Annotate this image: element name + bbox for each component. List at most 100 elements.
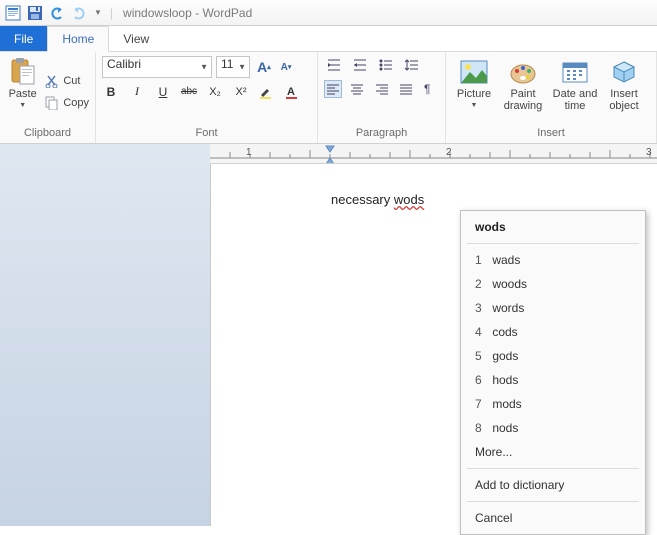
group-font: Calibri ▼ 11 ▼ A▴ A▾ B I U (96, 52, 318, 143)
font-color-button[interactable]: A (284, 85, 302, 99)
ruler-scale (210, 144, 657, 164)
align-left-button[interactable] (324, 80, 342, 98)
group-paragraph: ¶ Paragraph (318, 52, 446, 143)
align-center-button[interactable] (348, 80, 366, 98)
chevron-down-icon: ▼ (200, 63, 208, 72)
paste-icon (9, 58, 37, 86)
ctx-suggestion[interactable]: 4 cods (461, 320, 645, 344)
justify-button[interactable] (397, 80, 415, 98)
object-label: Insert object (602, 88, 646, 112)
ruler-mark: 2 (446, 147, 452, 158)
bold-button[interactable]: B (102, 85, 120, 99)
redo-icon[interactable] (70, 4, 88, 22)
bullet-list-button[interactable] (376, 56, 396, 74)
italic-button[interactable]: I (128, 84, 146, 99)
doc-name: windowsloop (123, 6, 192, 20)
paste-label: Paste (9, 88, 37, 100)
font-size-select[interactable]: 11 ▼ (216, 56, 250, 78)
font-family-select[interactable]: Calibri ▼ (102, 56, 212, 78)
insert-group-label: Insert (452, 127, 650, 141)
qat-separator: | (110, 6, 113, 20)
font-family-value: Calibri (107, 57, 141, 71)
tab-view[interactable]: View (109, 26, 163, 51)
ctx-suggestion[interactable]: 8 nods (461, 416, 645, 440)
spellcheck-context-menu: wods 1 wads2 woods3 words4 cods5 gods6 h… (460, 210, 646, 535)
chevron-down-icon: ▼ (471, 102, 478, 109)
font-group-label: Font (102, 127, 311, 141)
copy-icon (45, 96, 59, 110)
copy-label: Copy (63, 97, 89, 109)
increase-indent-button[interactable] (350, 56, 370, 74)
ruler-mark: 3 (646, 147, 652, 158)
ctx-suggestion[interactable]: 5 gods (461, 344, 645, 368)
svg-text:A: A (287, 86, 295, 98)
svg-text:¶: ¶ (424, 83, 430, 95)
clipboard-group-label: Clipboard (6, 127, 89, 141)
picture-label: Picture (457, 88, 491, 100)
ctx-head: wods (461, 215, 645, 239)
object-icon (610, 58, 638, 86)
subscript-button[interactable]: X₂ (206, 86, 224, 98)
save-icon[interactable] (26, 4, 44, 22)
ctx-suggestion[interactable]: 7 mods (461, 392, 645, 416)
font-size-value: 11 (221, 57, 233, 71)
grow-font-button[interactable]: A▴ (254, 57, 274, 77)
paragraph-group-label: Paragraph (324, 127, 439, 141)
ctx-cancel[interactable]: Cancel (461, 506, 645, 530)
paint-icon (509, 58, 537, 86)
ruler[interactable]: 1 2 3 (210, 144, 657, 164)
cut-icon (45, 74, 59, 88)
insert-object-button[interactable]: Insert object (602, 56, 646, 127)
paint-label: Paint drawing (498, 88, 548, 112)
paste-button[interactable]: Paste ▼ (6, 56, 39, 127)
insert-paint-button[interactable]: Paint drawing (498, 56, 548, 127)
title-sep: - (192, 6, 203, 20)
title-bar: ▼ | windowsloop - WordPad (0, 0, 657, 26)
chevron-down-icon: ▼ (238, 63, 246, 72)
highlight-button[interactable] (258, 85, 276, 99)
text-misspelled[interactable]: wods (394, 192, 424, 207)
line-spacing-button[interactable] (402, 56, 422, 74)
cut-label: Cut (63, 75, 80, 87)
ctx-separator (467, 243, 639, 244)
tab-file[interactable]: File (0, 26, 47, 51)
app-name: WordPad (202, 6, 252, 20)
datetime-label: Date and time (550, 88, 600, 112)
decrease-indent-button[interactable] (324, 56, 344, 74)
ribbon: Paste ▼ Cut Copy Clipboard Cal (0, 52, 657, 144)
paragraph-dialog-button[interactable]: ¶ (421, 80, 439, 98)
document-text: necessary wods (331, 192, 424, 207)
ctx-separator (467, 468, 639, 469)
qat-dropdown-icon[interactable]: ▼ (94, 8, 102, 17)
align-right-button[interactable] (373, 80, 391, 98)
insert-datetime-button[interactable]: Date and time (550, 56, 600, 127)
group-clipboard: Paste ▼ Cut Copy Clipboard (0, 52, 96, 143)
undo-icon[interactable] (48, 4, 66, 22)
ruler-mark: 1 (246, 147, 252, 158)
insert-picture-button[interactable]: Picture ▼ (452, 56, 496, 127)
cut-button[interactable]: Cut (45, 71, 89, 91)
ctx-more[interactable]: More... (461, 440, 645, 464)
ctx-suggestion[interactable]: 1 wads (461, 248, 645, 272)
ctx-separator (467, 501, 639, 502)
ctx-suggestion[interactable]: 3 words (461, 296, 645, 320)
app-icon (4, 4, 22, 22)
group-insert: Picture ▼ Paint drawing Date and time In… (446, 52, 657, 143)
ctx-suggestion[interactable]: 2 woods (461, 272, 645, 296)
underline-button[interactable]: U (154, 85, 172, 99)
copy-button[interactable]: Copy (45, 93, 89, 113)
tab-home[interactable]: Home (47, 26, 109, 52)
superscript-button[interactable]: X² (232, 86, 250, 98)
ctx-add-to-dictionary[interactable]: Add to dictionary (461, 473, 645, 497)
ribbon-tabs: File Home View (0, 26, 657, 52)
left-gutter (0, 144, 210, 526)
quick-access-toolbar: ▼ | (4, 4, 117, 22)
chevron-down-icon: ▼ (19, 102, 26, 109)
picture-icon (460, 58, 488, 86)
ctx-suggestion[interactable]: 6 hods (461, 368, 645, 392)
strike-button[interactable]: abc (180, 86, 198, 97)
shrink-font-button[interactable]: A▾ (276, 57, 296, 77)
window-title: windowsloop - WordPad (123, 6, 252, 20)
text-ok: necessary (331, 192, 394, 207)
datetime-icon (561, 58, 589, 86)
